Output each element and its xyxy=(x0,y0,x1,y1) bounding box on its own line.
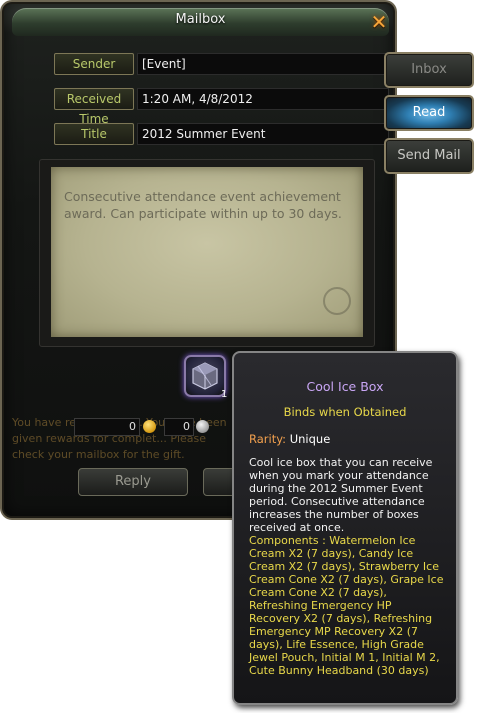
rarity-line: Rarity: Unique xyxy=(249,432,330,446)
reply-button[interactable]: Reply xyxy=(78,468,188,496)
silver-amount: 0 xyxy=(164,418,194,436)
bind-status: Binds when Obtained xyxy=(283,405,407,419)
window-title: Mailbox xyxy=(175,12,226,27)
title-label: Title xyxy=(54,123,134,145)
received-time-label: Received Time xyxy=(54,88,134,126)
rarity-value: Unique xyxy=(289,432,331,446)
close-icon[interactable]: ✕ xyxy=(368,11,390,33)
sender-value: [Event] xyxy=(137,53,389,75)
letter-body: Consecutive attendance event achievement… xyxy=(64,189,342,221)
tab-read[interactable]: Read xyxy=(384,95,474,131)
seal-icon xyxy=(323,287,351,315)
gold-coin-icon xyxy=(143,420,156,433)
silver-coin-icon xyxy=(196,420,209,433)
ice-box-icon[interactable] xyxy=(184,355,226,397)
item-tooltip: Cool Ice Box Binds when Obtained Rarity:… xyxy=(232,351,458,705)
rarity-label: Rarity: xyxy=(249,432,287,446)
sender-label: Sender xyxy=(54,53,134,75)
tab-send-mail[interactable]: Send Mail xyxy=(384,138,474,174)
tab-inbox[interactable]: Inbox xyxy=(384,52,474,88)
attachment-count: 1 xyxy=(221,389,228,400)
item-name: Cool Ice Box xyxy=(306,379,384,394)
item-description: Cool ice box that you can receive when y… xyxy=(249,456,433,534)
item-components: Components : Watermelon Ice Cream X2 (7 … xyxy=(249,534,444,677)
title-value: 2012 Summer Event xyxy=(137,123,389,145)
received-time-value: 1:20 AM, 4/8/2012 xyxy=(137,88,389,110)
letter-paper: Consecutive attendance event achievement… xyxy=(51,167,363,337)
gold-amount: 0 xyxy=(74,418,140,436)
